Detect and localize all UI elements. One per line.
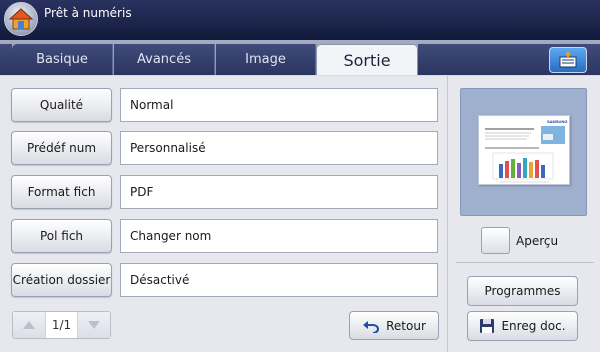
pager: 1/1 [12, 311, 111, 339]
back-button-label: Retour [386, 318, 426, 333]
back-button[interactable]: Retour [349, 311, 439, 340]
scan-preset-button[interactable]: Prédéf num [11, 131, 112, 165]
preview-checkbox[interactable] [481, 227, 510, 254]
tab-sortie[interactable]: Sortie [316, 44, 418, 75]
sidebar-divider [447, 76, 448, 352]
job-status-button[interactable] [549, 47, 587, 73]
file-policy-button[interactable]: Pol fich [11, 219, 112, 253]
scan-preset-value: Personnalisé [120, 131, 438, 165]
job-status-icon [559, 51, 577, 68]
file-format-button[interactable]: Format fich [11, 175, 112, 209]
header-bar: Prêt à numéris [0, 0, 600, 40]
file-format-value: PDF [120, 175, 438, 209]
tab-image[interactable]: Image [216, 44, 316, 75]
svg-text:SAMSUNG: SAMSUNG [547, 119, 567, 124]
home-icon [8, 8, 34, 30]
programs-button-label: Programmes [484, 284, 561, 298]
quality-value: Normal [120, 88, 438, 122]
tab-avances[interactable]: Avancés [114, 44, 215, 75]
arrow-down-icon [88, 321, 100, 329]
quality-button[interactable]: Qualité [11, 88, 112, 122]
undo-arrow-icon [363, 320, 380, 333]
create-folder-button[interactable]: Création dossier [11, 263, 112, 297]
preview-panel: SAMSUNG [460, 88, 587, 216]
home-button[interactable] [4, 2, 38, 36]
floppy-disk-icon [480, 319, 495, 333]
preview-checkbox-label: Aperçu [516, 234, 559, 248]
document-thumbnail-image: SAMSUNG [485, 119, 567, 183]
preview-thumbnail: SAMSUNG [478, 115, 570, 185]
tab-bar: Basique Avancés Image Sortie [0, 40, 600, 75]
file-policy-value: Changer nom [120, 219, 438, 253]
tab-edge [0, 44, 12, 75]
save-document-label: Enreg doc. [501, 319, 566, 333]
tab-basique[interactable]: Basique [12, 44, 113, 75]
page-up-button[interactable] [13, 312, 45, 338]
programs-button[interactable]: Programmes [467, 276, 578, 306]
page-indicator: 1/1 [45, 312, 78, 338]
page-title: Prêt à numéris [44, 6, 132, 20]
save-document-button[interactable]: Enreg doc. [467, 311, 578, 341]
create-folder-value: Désactivé [120, 263, 438, 297]
sidebar-separator [456, 262, 594, 263]
arrow-up-icon [23, 321, 35, 329]
page-down-button[interactable] [78, 312, 110, 338]
